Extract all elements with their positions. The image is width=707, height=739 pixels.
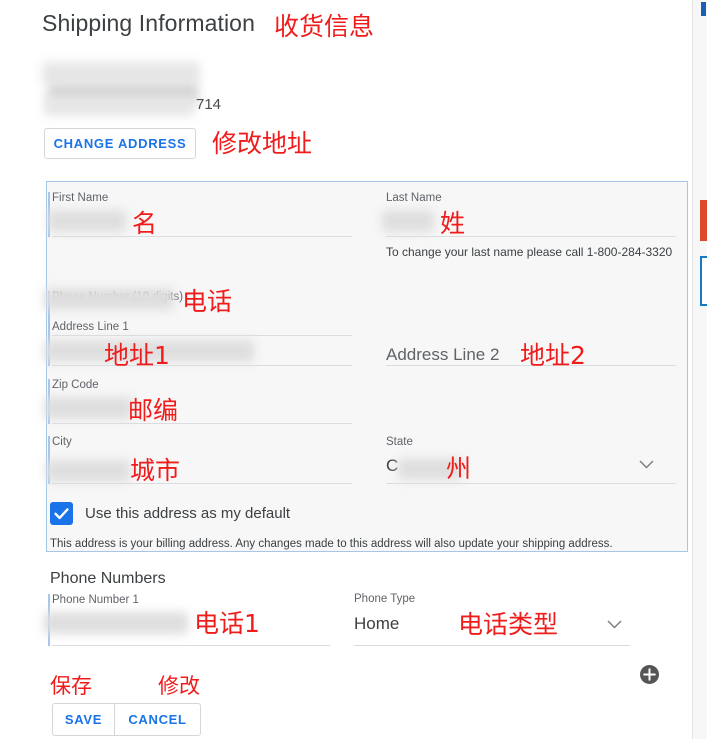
last-name-label: Last Name: [386, 192, 442, 204]
annotation-state: 州: [446, 454, 472, 483]
check-icon: [54, 508, 69, 520]
annotation-address-line-2: 地址2: [520, 341, 586, 370]
chevron-down-icon: [607, 620, 622, 629]
annotation-first-name: 名: [132, 209, 158, 238]
redaction-city: [46, 460, 130, 482]
annotation-page-title: 收货信息: [274, 12, 375, 41]
city-underline: [52, 483, 352, 484]
change-address-button[interactable]: CHANGE ADDRESS: [44, 128, 196, 159]
redaction-address-name: [42, 62, 200, 84]
phone-type-label: Phone Type: [354, 593, 416, 605]
annotation-city: 城市: [130, 456, 181, 485]
edge-marker-blue-top: [701, 2, 706, 16]
address-zip-tail: 714: [196, 96, 222, 113]
phone-number-1-underline: [52, 645, 330, 646]
use-as-default-checkbox[interactable]: [50, 502, 73, 525]
redaction-phone-number: [44, 288, 174, 310]
address-line-2-placeholder: Address Line 2: [386, 345, 500, 364]
annotation-zip-code: 邮编: [128, 396, 179, 425]
last-name-helper-text: To change your last name please call 1-8…: [386, 245, 673, 259]
annotation-phone-type: 电话类型: [458, 610, 559, 639]
annotation-phone-number: 电话: [182, 287, 233, 316]
save-button[interactable]: SAVE: [53, 704, 114, 735]
annotation-cancel: 修改: [158, 674, 200, 698]
redaction-first-name: [48, 210, 126, 232]
add-phone-icon[interactable]: [640, 665, 659, 684]
redaction-phone-number-1: [44, 612, 188, 634]
redaction-address-citystate: [44, 96, 194, 116]
phone-type-underline: [354, 645, 630, 646]
address-line-1-label: Address Line 1: [52, 321, 129, 333]
right-gutter: [692, 0, 707, 739]
annotation-last-name: 姓: [440, 209, 466, 238]
state-label: State: [386, 436, 413, 448]
page-title: Shipping Information: [42, 10, 255, 36]
edge-marker-blue-box: [700, 256, 707, 306]
edge-marker-red-bar: [700, 200, 707, 241]
address-line-1-underline: [52, 365, 352, 366]
last-name-underline: [386, 236, 676, 237]
annotation-phone-number-1: 电话1: [194, 609, 260, 638]
shipping-information-page: Shipping Information 收货信息 714 CHANGE ADD…: [0, 0, 707, 739]
first-name-underline: [52, 236, 352, 237]
state-underline: [386, 483, 676, 484]
annotation-save: 保存: [50, 674, 92, 698]
phone-numbers-heading: Phone Numbers: [50, 570, 166, 587]
annotation-change-address: 修改地址: [212, 129, 313, 158]
billing-address-disclaimer: This address is your billing address. An…: [50, 538, 613, 550]
chevron-down-icon: [639, 460, 654, 469]
redaction-zip-code: [44, 397, 132, 419]
first-name-label: First Name: [52, 192, 109, 204]
plus-icon: [643, 668, 656, 681]
phone-type-value: Home: [354, 614, 400, 633]
city-label: City: [52, 436, 72, 448]
annotation-address-line-1: 地址1: [104, 341, 170, 370]
cancel-button[interactable]: CANCEL: [114, 704, 200, 735]
form-action-buttons: SAVE CANCEL: [52, 703, 201, 736]
redaction-last-name: [382, 210, 434, 232]
zip-code-label: Zip Code: [52, 379, 99, 391]
state-value: C: [386, 456, 399, 475]
use-as-default-label: Use this address as my default: [85, 505, 291, 522]
zip-code-underline: [52, 423, 352, 424]
phone-number-1-label: Phone Number 1: [52, 594, 139, 606]
